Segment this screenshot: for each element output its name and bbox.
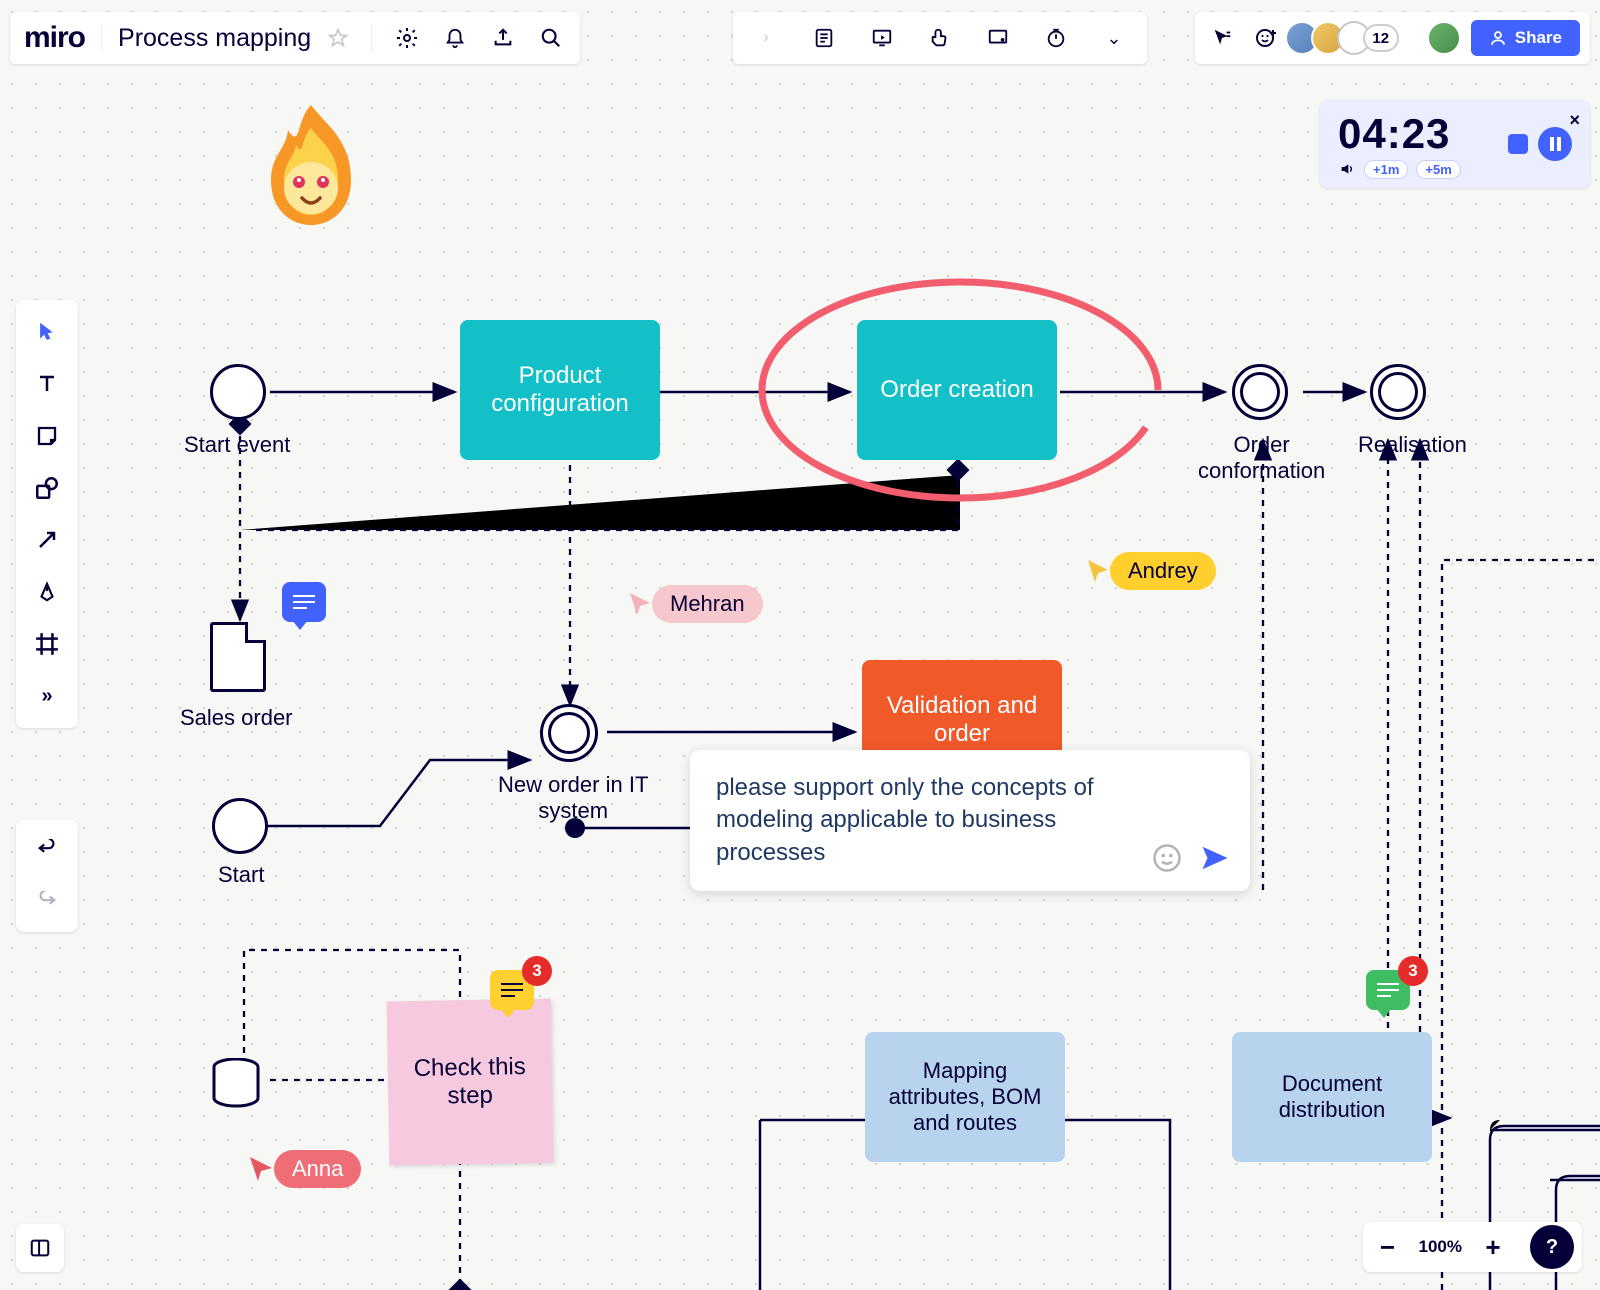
realisation-label: Realisation — [1358, 432, 1467, 458]
frames-panel-toggle[interactable] — [16, 1224, 64, 1272]
canvas[interactable]: Start event Product configuration Order … — [0, 0, 1600, 1290]
collapse-left-icon[interactable]: › — [749, 21, 783, 55]
realisation-node[interactable] — [1370, 364, 1426, 420]
search-icon[interactable] — [532, 19, 570, 57]
left-toolbar: » — [16, 300, 78, 728]
fire-emoji-sticker[interactable] — [256, 100, 366, 249]
board-title[interactable]: Process mapping — [118, 24, 311, 53]
share-label: Share — [1515, 28, 1562, 48]
anna-cursor: Anna — [248, 1150, 361, 1188]
start-node[interactable] — [212, 798, 268, 854]
start-label: Start — [218, 862, 264, 888]
anna-cursor-label: Anna — [274, 1150, 361, 1188]
mehran-cursor-label: Mehran — [652, 585, 763, 623]
shape-tool[interactable] — [21, 462, 73, 514]
doc-distribution-node[interactable]: Document distribution — [1232, 1032, 1432, 1162]
start-event-node[interactable] — [210, 364, 266, 420]
topbar-right: 12 Share — [1195, 12, 1590, 64]
frame-tool[interactable] — [21, 618, 73, 670]
export-icon[interactable] — [484, 19, 522, 57]
add-5m-button[interactable]: +5m — [1416, 160, 1460, 179]
sound-icon[interactable] — [1338, 161, 1356, 177]
vote-icon[interactable] — [923, 21, 957, 55]
zoom-out-button[interactable]: − — [1371, 1232, 1405, 1263]
chat-bubble-icon[interactable] — [282, 582, 326, 622]
redo-button[interactable] — [21, 876, 73, 928]
timer-value: 04:23 — [1338, 110, 1461, 158]
undo-button[interactable] — [21, 824, 73, 876]
send-icon[interactable] — [1198, 843, 1232, 873]
mapping-node[interactable]: Mapping attributes, BOM and routes — [865, 1032, 1065, 1162]
sticky-tool[interactable] — [21, 410, 73, 462]
new-order-label: New order in IT system — [498, 772, 648, 824]
comment-badge-yellow-count: 3 — [522, 956, 552, 986]
bell-icon[interactable] — [436, 19, 474, 57]
cursor-follow-icon[interactable] — [1205, 21, 1239, 55]
select-tool[interactable] — [21, 306, 73, 358]
timer-close-icon[interactable]: × — [1569, 110, 1580, 131]
settings-icon[interactable] — [388, 19, 426, 57]
start-event-label: Start event — [184, 432, 290, 458]
timer-stop-button[interactable] — [1508, 134, 1528, 154]
topbar-left: miro Process mapping — [10, 12, 580, 64]
help-button[interactable]: ? — [1530, 1225, 1574, 1269]
timer-pause-button[interactable] — [1538, 127, 1572, 161]
more-apps-icon[interactable]: ⌄ — [1097, 21, 1131, 55]
arrow-tool[interactable] — [21, 514, 73, 566]
order-conformation-node[interactable] — [1232, 364, 1288, 420]
current-user-avatar[interactable] — [1427, 21, 1461, 55]
miro-logo[interactable]: miro — [24, 21, 85, 55]
database-icon[interactable] — [210, 1058, 260, 1100]
screen-share-icon[interactable] — [981, 21, 1015, 55]
add-1m-button[interactable]: +1m — [1364, 160, 1408, 179]
star-icon[interactable] — [321, 21, 355, 55]
topbar-center: › ⌄ — [733, 12, 1147, 64]
divider — [101, 24, 102, 52]
present-icon[interactable] — [865, 21, 899, 55]
sales-order-doc-icon[interactable] — [210, 622, 266, 692]
timer-widget[interactable]: 04:23 +1m +5m × — [1320, 100, 1590, 188]
zoom-level[interactable]: 100% — [1419, 1237, 1462, 1257]
text-tool[interactable] — [21, 358, 73, 410]
andrey-cursor: Andrey — [1086, 552, 1216, 590]
emoji-icon[interactable] — [1152, 843, 1182, 873]
divider — [371, 24, 372, 52]
more-tools-icon[interactable]: » — [21, 670, 73, 722]
collaborator-count[interactable]: 12 — [1363, 24, 1399, 52]
order-conformation-label: Order conformation — [1198, 432, 1325, 484]
collaborator-avatars[interactable]: 12 — [1293, 21, 1399, 55]
comment-badge-green-count: 3 — [1398, 956, 1428, 986]
zoom-panel: − 100% + ? — [1363, 1222, 1582, 1272]
comment-text: please support only the concepts of mode… — [716, 774, 1094, 866]
andrey-cursor-label: Andrey — [1110, 552, 1216, 590]
order-creation-node[interactable]: Order creation — [857, 320, 1057, 460]
check-step-sticky[interactable]: Check this step — [387, 999, 554, 1166]
new-order-node[interactable] — [540, 704, 598, 762]
notes-icon[interactable] — [807, 21, 841, 55]
reactions-icon[interactable] — [1249, 21, 1283, 55]
comment-composer[interactable]: please support only the concepts of mode… — [690, 750, 1250, 891]
timer-icon[interactable] — [1039, 21, 1073, 55]
zoom-in-button[interactable]: + — [1476, 1232, 1510, 1263]
pen-tool[interactable] — [21, 566, 73, 618]
mehran-cursor: Mehran — [628, 585, 763, 623]
share-button[interactable]: Share — [1471, 20, 1580, 56]
undo-redo-panel — [16, 820, 78, 932]
sales-order-label: Sales order — [180, 705, 293, 731]
product-configuration-node[interactable]: Product configuration — [460, 320, 660, 460]
